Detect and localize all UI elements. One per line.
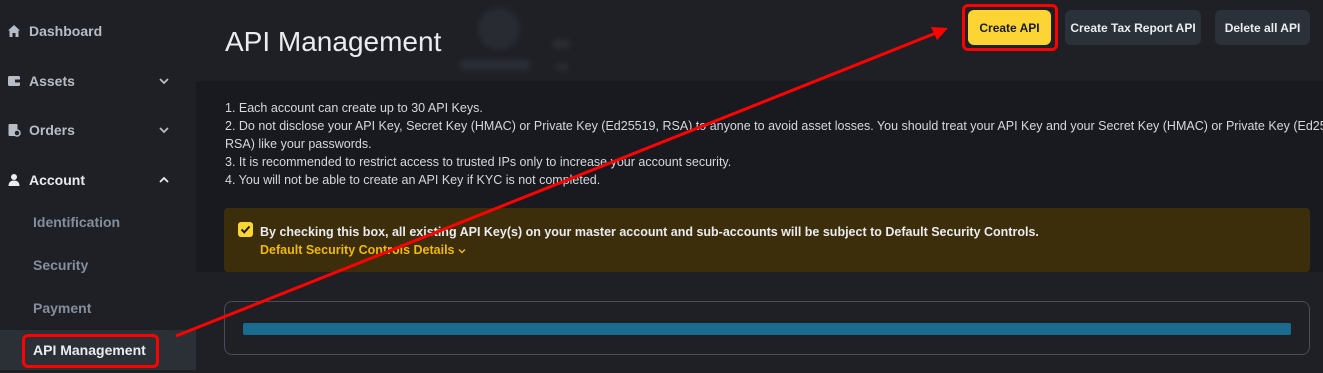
security-controls-details-link[interactable]: Default Security Controls Details <box>260 243 466 257</box>
sidebar-item-account[interactable]: Account <box>0 160 196 200</box>
sidebar-item-orders[interactable]: Orders <box>0 110 196 150</box>
page-title: API Management <box>225 26 442 57</box>
note-line: 4. You will not be able to create an API… <box>225 173 601 187</box>
note-line: 1. Each account can create up to 30 API … <box>225 101 483 115</box>
checkmark-icon <box>240 225 251 234</box>
user-icon <box>8 174 20 186</box>
orders-icon <box>8 124 21 137</box>
loading-bar-fill <box>243 323 1291 335</box>
note-line: 2. Do not disclose your API Key, Secret … <box>225 119 1323 133</box>
avatar <box>478 8 520 50</box>
sidebar-item-label: Identification <box>33 214 121 230</box>
chevron-down-icon[interactable] <box>158 75 170 87</box>
sidebar-item-security[interactable]: Security <box>0 245 196 285</box>
note-line: RSA) like your passwords. <box>225 137 372 151</box>
sidebar-item-payment[interactable]: Payment <box>0 288 196 328</box>
sidebar-item-dashboard[interactable]: Dashboard <box>0 11 196 51</box>
link-label: Default Security Controls Details <box>260 243 455 257</box>
sidebar-item-label: API Management <box>33 342 146 358</box>
sidebar-item-label: Payment <box>33 300 92 316</box>
sidebar-item-label: Account <box>29 172 85 188</box>
sidebar-item-label: Security <box>33 257 89 273</box>
create-api-button[interactable]: Create API <box>968 10 1051 45</box>
security-controls-text: By checking this box, all existing API K… <box>260 225 1039 239</box>
chevron-up-icon[interactable] <box>158 174 170 186</box>
sidebar-item-identification[interactable]: Identification <box>0 202 196 242</box>
wallet-icon <box>8 76 20 86</box>
sidebar-item-label: Dashboard <box>29 23 103 39</box>
security-controls-checkbox[interactable] <box>238 222 253 237</box>
note-line: 3. It is recommended to restrict access … <box>225 155 732 169</box>
create-tax-report-api-button[interactable]: Create Tax Report API <box>1065 10 1201 45</box>
blurred-user-info <box>460 60 530 70</box>
api-notes: 1. Each account can create up to 30 API … <box>225 99 1323 189</box>
chevron-down-icon[interactable] <box>158 124 170 136</box>
sidebar-item-api-management[interactable]: API Management <box>0 330 196 370</box>
home-icon <box>8 25 20 37</box>
sidebar-item-label: Assets <box>29 73 75 89</box>
sidebar-item-assets[interactable]: Assets <box>0 61 196 101</box>
security-controls-banner <box>224 208 1310 272</box>
chevron-down-icon <box>458 248 465 254</box>
blurred-user-info <box>552 40 570 48</box>
sidebar-item-label: Orders <box>29 122 75 138</box>
sidebar: Dashboard Assets Orders Account Identifi… <box>0 0 196 373</box>
blurred-user-info <box>555 64 569 70</box>
delete-all-api-button[interactable]: Delete all API <box>1215 10 1310 45</box>
